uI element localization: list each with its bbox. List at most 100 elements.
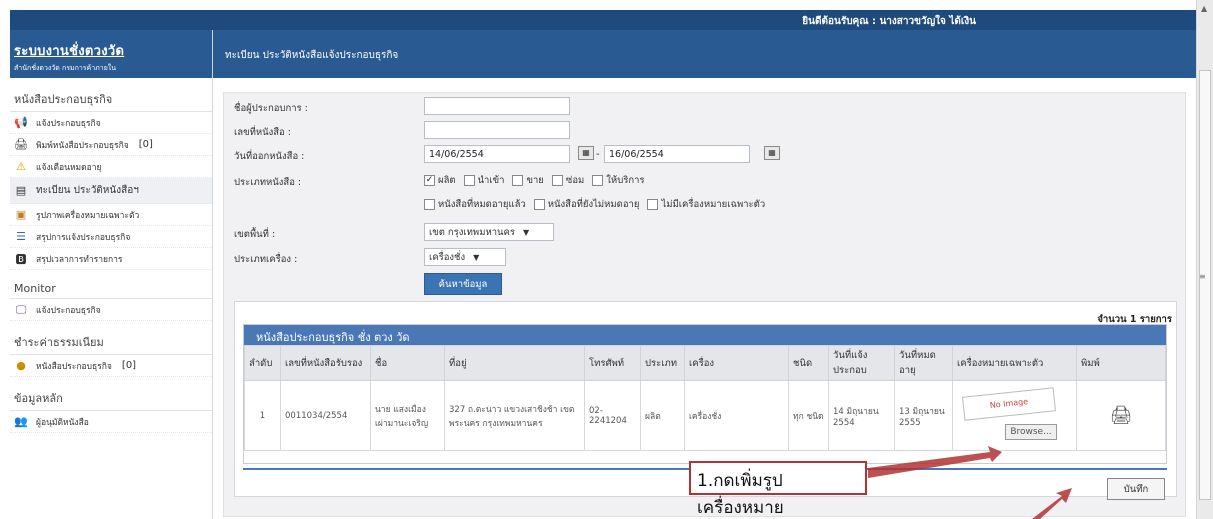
page: ยินดีต้อนรับคุณ : นางสาวขวัญใจ ได้เงิน ร… bbox=[0, 0, 1213, 519]
checkbox-box bbox=[512, 175, 524, 186]
area-select[interactable]: เขต กรุงเทพมหานคร ▼ bbox=[424, 223, 554, 241]
column-header: ประเภท bbox=[640, 345, 685, 381]
sidebar-item-label: แจ้งเตือนหมดอายุ bbox=[36, 162, 102, 173]
sidebar-item-fees-business[interactable]: ● หนังสือประกอบธุรกิจ [0] bbox=[10, 355, 212, 377]
checkbox-produce[interactable]: ✓ ผลิต bbox=[424, 173, 456, 188]
date-range-dash: - bbox=[596, 149, 600, 160]
device-type-select[interactable]: เครื่องชั่ง ▼ bbox=[424, 248, 506, 266]
save-button[interactable]: บันทึก bbox=[1107, 478, 1165, 500]
sidebar-item-label: แจ้งประกอบธุรกิจ bbox=[36, 305, 101, 316]
cell-name: นาย แสงเมือง เผ่ามานะเจริญ bbox=[370, 380, 445, 451]
page-title: ทะเบียน ประวัติหนังสือแจ้งประกอบธุรกิจ bbox=[213, 30, 1196, 78]
list-icon: ☰ bbox=[16, 230, 26, 243]
no-image-placeholder: No Image bbox=[961, 386, 1057, 421]
cell-notify-date: 14 มิถุนายน 2554 bbox=[828, 380, 895, 451]
results-table-container: หนังสือประกอบธุรกิจ ชั่ง ตวง วัด ลำดับ เ… bbox=[243, 324, 1167, 464]
checkbox-box bbox=[424, 199, 435, 210]
sidebar-item-label: ผู้อนุมัติหนังสือ bbox=[36, 417, 89, 428]
checkbox-service[interactable]: ให้บริการ bbox=[592, 173, 645, 188]
calendar-icon[interactable]: ▦ bbox=[578, 146, 594, 160]
cell-mark: No Image Browse... bbox=[952, 380, 1077, 451]
checkbox-not-expired[interactable]: หนังสือที่ยังไม่หมดอายุ bbox=[533, 197, 640, 212]
welcome-text: ยินดีต้อนรับคุณ : นางสาวขวัญใจ ได้เงิน bbox=[802, 16, 976, 27]
printer-icon[interactable]: 🖨 bbox=[1081, 405, 1161, 426]
sidebar-item-monitor-notify[interactable]: 🖵 แจ้งประกอบธุรกิจ bbox=[10, 299, 212, 321]
printer-icon: 🖨 bbox=[14, 138, 28, 151]
document-icon: ▤ bbox=[15, 184, 27, 197]
users-icon: 👥 bbox=[14, 415, 28, 428]
calendar-icon[interactable]: ▦ bbox=[764, 146, 780, 160]
checkbox-expired[interactable]: หนังสือที่หมดอายุแล้ว bbox=[424, 197, 526, 212]
column-header: ลำดับ bbox=[244, 345, 281, 381]
table-title: หนังสือประกอบธุรกิจ ชั่ง ตวง วัด bbox=[244, 325, 1166, 345]
date-to-input[interactable]: 16/06/2554 bbox=[604, 145, 750, 163]
checkbox-label: ผลิต bbox=[438, 175, 456, 186]
checkbox-repair[interactable]: ซ่อม bbox=[551, 173, 585, 188]
sidebar-item-notify-business[interactable]: 📢 แจ้งประกอบธุรกิจ bbox=[10, 112, 212, 134]
vertical-scrollbar[interactable]: ▲ ≡ bbox=[1196, 0, 1213, 519]
sidebar-item-summary[interactable]: ☰ สรุปการแจ้งประกอบธุรกิจ bbox=[10, 226, 212, 248]
column-header: ที่อยู่ bbox=[444, 345, 585, 381]
checkbox-box bbox=[551, 175, 563, 186]
annotation-callout: 1.กดเพิ่มรูปเครื่องหมาย bbox=[689, 461, 867, 518]
cell-index: 1 bbox=[244, 380, 281, 451]
doc-type-label: ประเภทหนังสือ : bbox=[234, 177, 302, 188]
search-button[interactable]: ค้นหาข้อมูล bbox=[424, 273, 502, 295]
scrollbar-thumb[interactable] bbox=[1199, 70, 1211, 500]
cell-address: 327 ถ.ตะนาว แขวงเสาชิงช้า เขตพระนคร กรุง… bbox=[444, 380, 585, 451]
checkbox-box: ✓ bbox=[424, 175, 435, 186]
sidebar-item-print-business[interactable]: 🖨 พิมพ์หนังสือประกอบธุรกิจ [0] bbox=[10, 134, 212, 156]
sidebar-item-approvers[interactable]: 👥 ผู้อนุมัติหนังสือ bbox=[10, 411, 212, 433]
cell-phone: 02-2241204 bbox=[584, 380, 641, 451]
browse-button[interactable]: Browse... bbox=[1005, 423, 1057, 440]
column-header: วันที่แจ้งประกอบ bbox=[828, 345, 895, 381]
table-header-row: ลำดับ เลขที่หนังสือรับรอง ชื่อ ที่อยู่ โ… bbox=[244, 345, 1166, 381]
brand-title[interactable]: ระบบงานชั่งตวงวัด bbox=[14, 40, 212, 61]
column-header: ชื่อ bbox=[370, 345, 445, 381]
checkbox-box bbox=[533, 199, 545, 210]
area-label: เขตพื้นที่ : bbox=[234, 229, 276, 240]
checkbox-sell[interactable]: ขาย bbox=[512, 173, 544, 188]
sidebar-item-mark-images[interactable]: ▣ รูปภาพเครื่องหมายเฉพาะตัว bbox=[10, 204, 212, 226]
image-icon: ▣ bbox=[15, 208, 27, 221]
sidebar-item-time-summary[interactable]: 🅱 สรุปเวลาการทำรายการ bbox=[10, 248, 212, 270]
section-heading-fees: ชำระค่าธรรมเนียม bbox=[10, 321, 212, 355]
scroll-grip-icon: ≡ bbox=[1199, 272, 1206, 281]
checkbox-box bbox=[647, 199, 659, 210]
operator-input[interactable] bbox=[424, 97, 570, 115]
scroll-up-icon[interactable]: ▲ bbox=[1201, 4, 1207, 13]
section-heading-business: หนังสือประกอบธุรกิจ bbox=[10, 78, 212, 112]
checkbox-import[interactable]: นำเข้า bbox=[463, 173, 504, 188]
cell-print: 🖨 bbox=[1076, 380, 1166, 451]
column-header: ชนิด bbox=[788, 345, 829, 381]
table-row: 1 0011034/2554 นาย แสงเมือง เผ่ามานะเจริ… bbox=[244, 380, 1166, 451]
top-bar: ยินดีต้อนรับคุณ : นางสาวขวัญใจ ได้เงิน bbox=[10, 10, 1196, 30]
date-from-input[interactable]: 14/06/2554 bbox=[424, 145, 570, 163]
megaphone-icon: 📢 bbox=[14, 116, 28, 129]
search-panel: ชื่อผู้ประกอบการ : เลขที่หนังสือ : วันที… bbox=[223, 92, 1186, 517]
checkbox-label: ซ่อม bbox=[565, 175, 585, 186]
device-type-label: ประเภทเครื่อง : bbox=[234, 254, 298, 265]
main-content: ทะเบียน ประวัติหนังสือแจ้งประกอบธุรกิจ ช… bbox=[213, 30, 1196, 519]
doc-no-label: เลขที่หนังสือ : bbox=[234, 127, 291, 138]
checkbox-label: หนังสือที่หมดอายุแล้ว bbox=[438, 199, 526, 210]
sidebar-item-label: รูปภาพเครื่องหมายเฉพาะตัว bbox=[36, 210, 140, 221]
sidebar-item-label: พิมพ์หนังสือประกอบธุรกิจ bbox=[36, 140, 129, 151]
column-header: พิมพ์ bbox=[1076, 345, 1166, 381]
checkbox-box bbox=[592, 175, 604, 186]
device-type-select-value: เครื่องชั่ง bbox=[429, 251, 466, 263]
sidebar-item-expiry-warning[interactable]: ⚠ แจ้งเตือนหมดอายุ bbox=[10, 156, 212, 178]
sidebar-item-label: สรุปเวลาการทำรายการ bbox=[36, 254, 123, 265]
sidebar: ระบบงานชั่งตวงวัด สำนักชั่งตวงวัด กรมการ… bbox=[10, 30, 213, 519]
sidebar-item-label: ทะเบียน ประวัติหนังสือฯ bbox=[36, 185, 139, 196]
status-checkboxes: หนังสือที่หมดอายุแล้ว หนังสือที่ยังไม่หม… bbox=[424, 197, 773, 212]
sidebar-item-label: แจ้งประกอบธุรกิจ bbox=[36, 118, 101, 129]
sidebar-item-registry[interactable]: ▤ ทะเบียน ประวัติหนังสือฯ bbox=[10, 178, 212, 204]
sidebar-item-label: หนังสือประกอบธุรกิจ bbox=[36, 361, 112, 372]
doc-no-input[interactable] bbox=[424, 121, 570, 139]
cell-kind: ทุก ชนิด bbox=[788, 380, 829, 451]
checkbox-label: ขาย bbox=[526, 175, 544, 186]
checkbox-label: หนังสือที่ยังไม่หมดอายุ bbox=[547, 199, 640, 210]
section-heading-monitor: Monitor bbox=[10, 270, 212, 299]
checkbox-no-mark[interactable]: ไม่มีเครื่องหมายเฉพาะตัว bbox=[647, 197, 765, 212]
